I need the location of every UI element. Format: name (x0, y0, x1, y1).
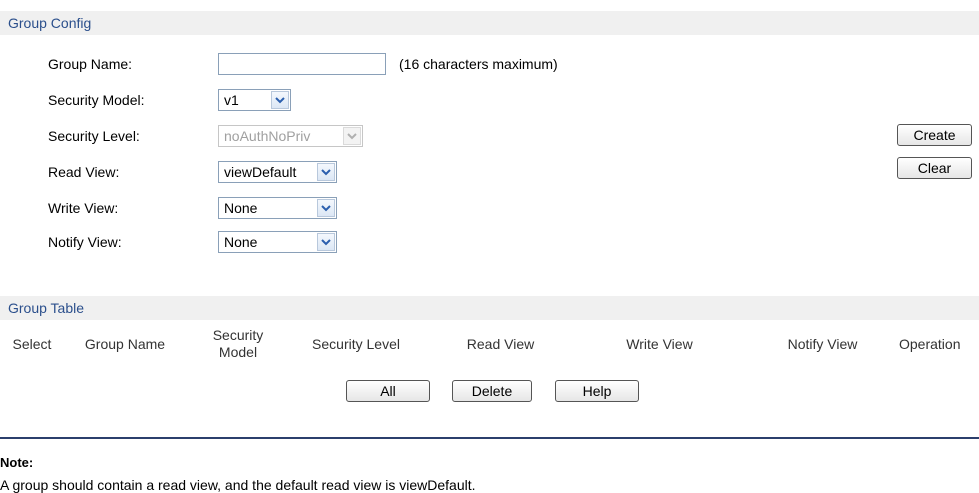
write-view-label: Write View: (48, 200, 119, 216)
write-view-value: None (224, 200, 258, 216)
notify-view-select[interactable]: None (218, 231, 337, 253)
chevron-down-icon[interactable] (271, 91, 289, 109)
column-header-security-model: Security Model (212, 327, 264, 360)
security-model-label: Security Model: (48, 92, 145, 108)
delete-button[interactable]: Delete (452, 380, 532, 402)
column-header-security-level: Security Level (312, 335, 400, 352)
security-level-label: Security Level: (48, 128, 140, 144)
security-model-select[interactable]: v1 (218, 89, 291, 111)
all-button[interactable]: All (346, 380, 430, 402)
group-name-hint: (16 characters maximum) (399, 56, 558, 72)
column-header-operation: Operation (899, 335, 961, 352)
column-header-read-view: Read View (466, 335, 535, 352)
create-button[interactable]: Create (897, 124, 972, 146)
group-table-title: Group Table (8, 300, 85, 316)
group-config-title: Group Config (8, 15, 92, 31)
note-divider (0, 437, 979, 439)
security-level-select: noAuthNoPriv (218, 125, 363, 147)
chevron-down-icon (343, 127, 361, 145)
column-header-select: Select (12, 335, 52, 352)
group-table-header: Group Table (0, 296, 979, 320)
security-level-value: noAuthNoPriv (224, 128, 311, 144)
help-button[interactable]: Help (555, 380, 639, 402)
group-name-input[interactable] (218, 53, 386, 75)
column-header-group-name: Group Name (84, 335, 166, 352)
chevron-down-icon[interactable] (317, 199, 335, 217)
clear-button[interactable]: Clear (897, 157, 972, 179)
chevron-down-icon[interactable] (317, 233, 335, 251)
security-model-value: v1 (224, 92, 239, 108)
read-view-value: viewDefault (224, 164, 297, 180)
column-header-notify-view: Notify View (787, 335, 858, 352)
group-name-label: Group Name: (48, 56, 133, 72)
notify-view-label: Notify View: (48, 234, 122, 250)
note-title: Note: (0, 455, 34, 470)
read-view-select[interactable]: viewDefault (218, 161, 337, 183)
column-header-write-view: Write View (626, 335, 693, 352)
notify-view-value: None (224, 234, 258, 250)
group-config-header: Group Config (0, 11, 979, 35)
chevron-down-icon[interactable] (317, 163, 335, 181)
write-view-select[interactable]: None (218, 197, 337, 219)
read-view-label: Read View: (48, 164, 120, 180)
